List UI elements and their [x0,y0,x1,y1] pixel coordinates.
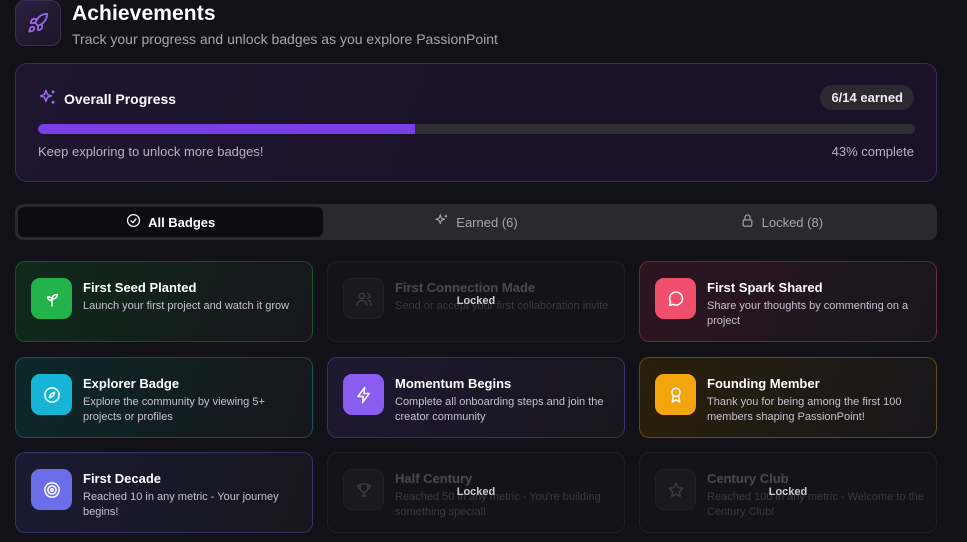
zap-icon [343,374,384,415]
badge-description: Launch your first project and watch it g… [83,300,290,312]
badge-card-first-seed-planted[interactable]: First Seed Planted Launch your first pro… [15,261,313,342]
badge-card-first-spark-shared[interactable]: First Spark Shared Share your thoughts b… [639,261,937,342]
tab-label: Locked (8) [761,214,824,230]
badge-title: Explorer Badge [83,376,180,391]
sparkles-icon [38,88,57,110]
badge-description: Share your thoughts by commenting on a p… [707,300,909,327]
page-header: Achievements Track your progress and unl… [15,0,498,47]
lock-icon [740,213,755,231]
progress-percent-label: 43% complete [831,144,914,159]
badge-description: Complete all onboarding steps and join t… [395,396,604,423]
badge-title: Momentum Begins [395,376,512,391]
tab-earned[interactable]: Earned (6) [323,207,628,237]
badge-description: Reached 10 in any metric - Your journey … [83,491,279,518]
progress-bar [38,124,915,134]
rocket-icon [15,0,61,46]
locked-label: Locked [456,295,496,307]
badge-title: Half Century [395,471,473,486]
badge-filter-tabs: All Badges Earned (6) Locked (8) [15,204,937,240]
badge-card-century-club[interactable]: Century Club Reached 100 in any metric -… [639,452,937,533]
tab-locked[interactable]: Locked (8) [629,207,934,237]
badge-title: Century Club [707,471,789,486]
tab-all-badges[interactable]: All Badges [18,207,324,237]
message-circle-icon [655,278,696,319]
badge-description: Explore the community by viewing 5+ proj… [83,396,265,423]
earned-count-badge: 6/14 earned [820,85,914,110]
sparkles-icon [434,213,449,231]
locked-label: Locked [456,486,496,498]
progress-message: Keep exploring to unlock more badges! [38,144,264,159]
badge-card-half-century[interactable]: Half Century Reached 50 in any metric - … [327,452,625,533]
badge-card-founding-member[interactable]: Founding Member Thank you for being amon… [639,357,937,438]
badge-card-explorer-badge[interactable]: Explorer Badge Explore the community by … [15,357,313,438]
locked-label: Locked [768,486,808,498]
target-icon [31,469,72,510]
badge-description: Thank you for being among the first 100 … [707,396,902,423]
compass-icon [31,374,72,415]
sprout-icon [31,278,72,319]
badge-title: First Spark Shared [707,280,823,295]
badge-title: Founding Member [707,376,820,391]
badge-title: First Decade [83,471,162,486]
overall-progress-title: Overall Progress [64,91,177,107]
badge-title: First Seed Planted [83,280,197,295]
overall-progress-heading: Overall Progress [38,88,176,110]
tab-label: Earned (6) [456,214,518,230]
badge-title: First Connection Made [395,280,536,295]
page-title: Achievements [72,2,216,25]
badge-card-first-decade[interactable]: First Decade Reached 10 in any metric - … [15,452,313,533]
overall-progress-card: Overall Progress 6/14 earned Keep explor… [15,63,937,182]
progress-bar-fill [38,124,416,134]
award-icon [655,374,696,415]
tab-label: All Badges [148,214,216,230]
page-subtitle: Track your progress and unlock badges as… [72,31,498,47]
check-circle-icon [126,213,141,231]
badge-card-first-connection-made[interactable]: First Connection Made Send or accept you… [327,261,625,342]
badge-card-momentum-begins[interactable]: Momentum Begins Complete all onboarding … [327,357,625,438]
